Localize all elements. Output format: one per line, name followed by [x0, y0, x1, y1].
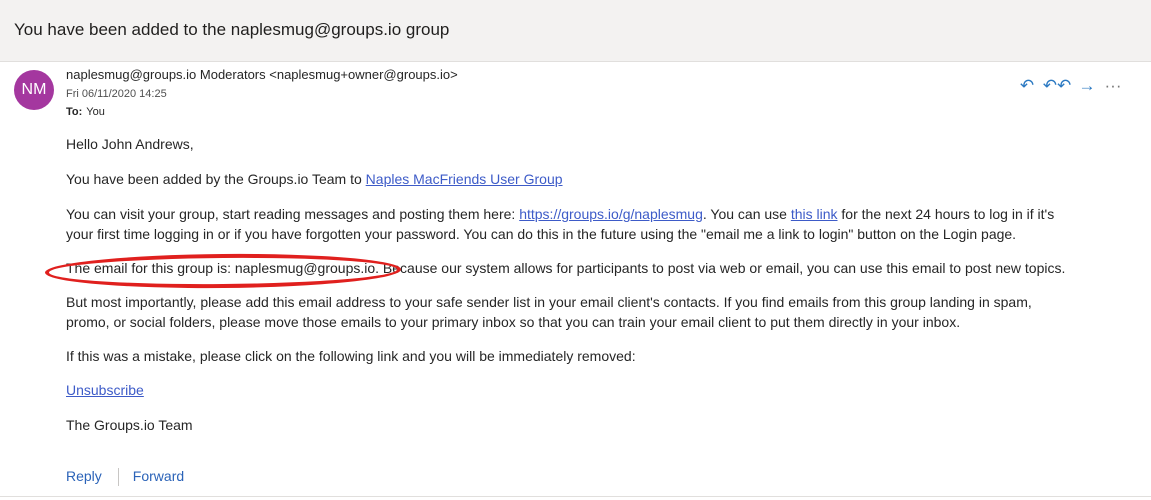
sender[interactable]: naplesmug@groups.io Moderators <naplesmu… [66, 67, 458, 82]
visit-prefix: You can visit your group, start reading … [66, 206, 520, 222]
to-label: To: [66, 106, 83, 118]
visit-suffix: for the next 24 hours to log in if it's [837, 206, 1055, 222]
group-url-link[interactable]: https://groups.io/g/naplesmug [519, 206, 703, 222]
message-actions: ↶ ↶↶ → ··· [1012, 76, 1124, 96]
divider [117, 468, 119, 487]
recipient-line: To: You [66, 106, 105, 118]
visit-line-2: your first time logging in or if you hav… [66, 226, 1017, 242]
greeting: Hello John Andrews, [66, 136, 194, 152]
unsubscribe-link[interactable]: Unsubscribe [66, 382, 144, 398]
email-subject: You have been added to the naplesmug@gro… [14, 20, 450, 39]
unsubscribe-line: Unsubscribe [66, 382, 144, 398]
group-link[interactable]: Naples MacFriends User Group [366, 171, 563, 187]
highlight-circle [44, 252, 402, 290]
visit-mid: . You can use [702, 206, 791, 222]
important-line-2: promo, or social folders, please move th… [66, 314, 961, 330]
to-value: You [86, 106, 105, 118]
reply-all-icon[interactable]: ↶↶ [1042, 76, 1072, 96]
more-icon[interactable]: ··· [1102, 76, 1124, 96]
signature: The Groups.io Team [66, 417, 193, 433]
important-line-1: But most importantly, please add this em… [66, 294, 1032, 310]
forward-icon[interactable]: → [1072, 76, 1102, 96]
forward-button[interactable]: Forward [133, 468, 184, 484]
visit-line-1: You can visit your group, start reading … [66, 206, 1054, 222]
this-link[interactable]: this link [791, 206, 838, 222]
reply-button[interactable]: Reply [66, 468, 102, 484]
reply-bar: Reply Forward [66, 468, 184, 487]
mistake-line: If this was a mistake, please click on t… [66, 348, 636, 364]
subject-bar: You have been added to the naplesmug@gro… [0, 0, 1151, 62]
avatar[interactable]: NM [14, 70, 54, 110]
reply-icon[interactable]: ↶ [1012, 76, 1042, 96]
added-prefix: You have been added by the Groups.io Tea… [66, 171, 366, 187]
email-date: Fri 06/11/2020 14:25 [66, 88, 167, 100]
added-line: You have been added by the Groups.io Tea… [66, 171, 563, 187]
divider [0, 496, 1151, 497]
